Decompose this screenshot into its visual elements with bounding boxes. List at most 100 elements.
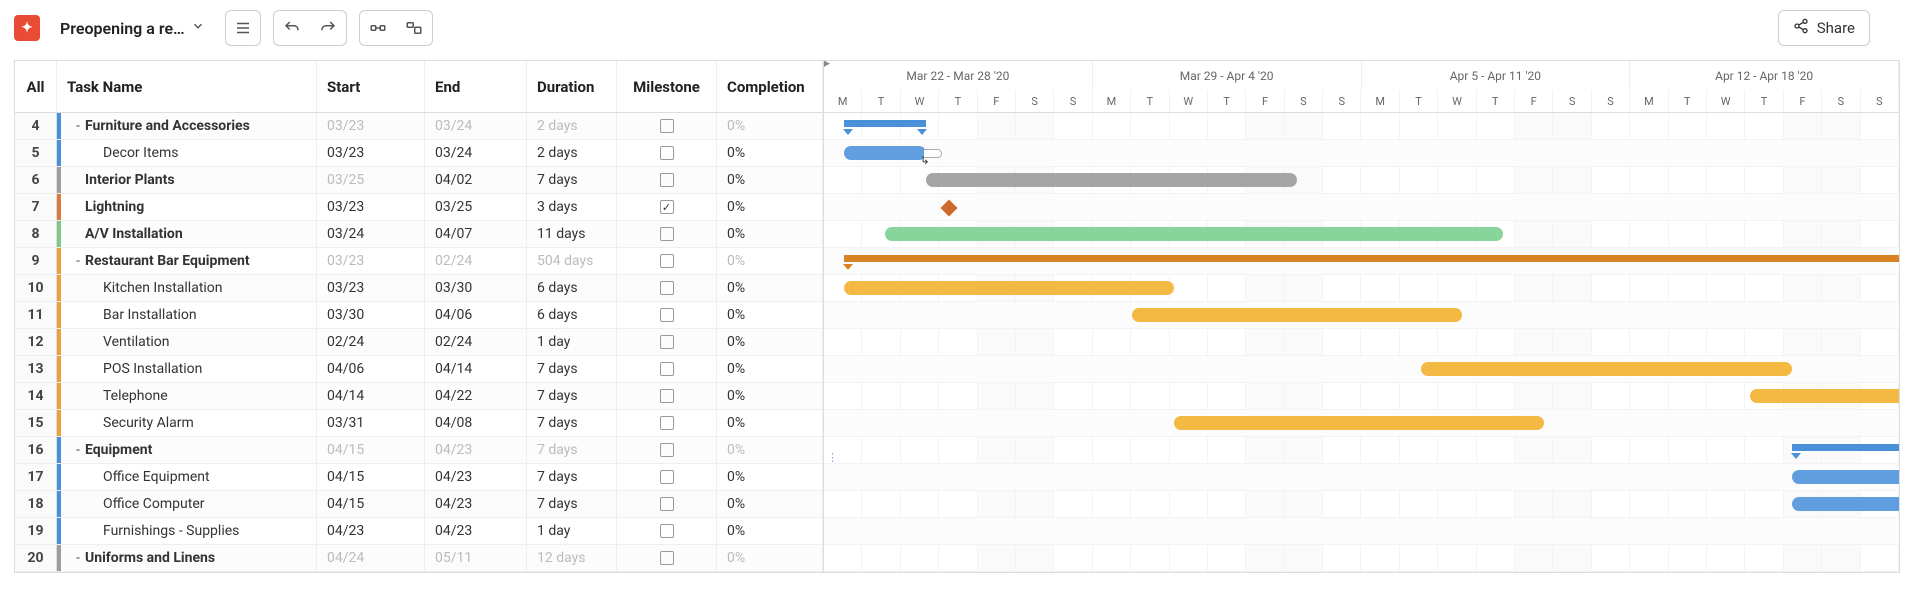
cell-completion[interactable]: 0% [717, 221, 823, 247]
table-row[interactable]: 17Office Equipment04/1504/237 days0% [15, 464, 823, 491]
gantt-summary-bar[interactable] [1792, 444, 1900, 451]
cell-dur[interactable]: 6 days [527, 302, 617, 328]
cell-completion[interactable]: 0% [717, 194, 823, 220]
cell-end[interactable]: 04/23 [425, 518, 527, 544]
gantt-task-bar[interactable] [1421, 362, 1792, 376]
table-row[interactable]: 14Telephone04/1404/227 days0% [15, 383, 823, 410]
table-row[interactable]: 6Interior Plants03/2504/027 days0% [15, 167, 823, 194]
redo-button[interactable] [310, 11, 346, 45]
cell-completion[interactable]: 0% [717, 140, 823, 166]
cell-completion[interactable]: 0% [717, 302, 823, 328]
task-name-cell[interactable]: Bar Installation [57, 302, 317, 328]
cell-milestone[interactable] [617, 194, 717, 220]
cell-completion[interactable]: 0% [717, 167, 823, 193]
cell-completion[interactable]: 0% [717, 545, 823, 571]
task-name-cell[interactable]: -Equipment [57, 437, 317, 463]
cell-dur[interactable]: 12 days [527, 545, 617, 571]
milestone-checkbox[interactable] [660, 308, 674, 322]
row-index[interactable]: 9 [15, 248, 57, 274]
gantt-row[interactable] [824, 248, 1899, 275]
cell-end[interactable]: 04/06 [425, 302, 527, 328]
cell-start[interactable]: 04/23 [317, 518, 425, 544]
table-row[interactable]: 9-Restaurant Bar Equipment03/2302/24504 … [15, 248, 823, 275]
cell-end[interactable]: 03/30 [425, 275, 527, 301]
cell-dur[interactable]: 7 days [527, 383, 617, 409]
row-index[interactable]: 4 [15, 113, 57, 139]
table-row[interactable]: 13POS Installation04/0604/147 days0% [15, 356, 823, 383]
gantt-row[interactable] [824, 113, 1899, 140]
cell-milestone[interactable] [617, 302, 717, 328]
task-name-cell[interactable]: Lightning [57, 194, 317, 220]
gantt-row[interactable] [824, 329, 1899, 356]
gantt-row[interactable] [824, 545, 1899, 572]
cell-milestone[interactable] [617, 329, 717, 355]
gantt-row[interactable] [824, 356, 1899, 383]
cell-dur[interactable]: 7 days [527, 464, 617, 490]
collapse-toggle-icon[interactable]: - [71, 442, 85, 458]
undo-button[interactable] [274, 11, 310, 45]
gantt-row[interactable] [824, 464, 1899, 491]
gantt-chart[interactable]: ◀ ▶ Mar 22 - Mar 28 '20Mar 29 - Apr 4 '2… [823, 60, 1900, 573]
cell-end[interactable]: 04/02 [425, 167, 527, 193]
gantt-task-bar[interactable] [1174, 416, 1545, 430]
cell-completion[interactable]: 0% [717, 113, 823, 139]
col-header-end[interactable]: End [425, 61, 527, 112]
table-row[interactable]: 15Security Alarm03/3104/087 days0% [15, 410, 823, 437]
cell-start[interactable]: 04/14 [317, 383, 425, 409]
gantt-task-bar[interactable] [1792, 497, 1900, 511]
row-index[interactable]: 5 [15, 140, 57, 166]
gantt-summary-bar[interactable] [844, 255, 1900, 262]
task-name-cell[interactable]: Office Equipment [57, 464, 317, 490]
cell-start[interactable]: 03/23 [317, 248, 425, 274]
pane-resize-handle[interactable]: ⋮⋮ [823, 451, 837, 464]
table-row[interactable]: 16-Equipment04/1504/237 days0% [15, 437, 823, 464]
row-index[interactable]: 13 [15, 356, 57, 382]
pane-splitter-icon[interactable]: ◀ ▶ [823, 60, 828, 69]
cell-start[interactable]: 03/23 [317, 113, 425, 139]
gantt-summary-bar[interactable] [844, 120, 926, 127]
task-name-cell[interactable]: -Restaurant Bar Equipment [57, 248, 317, 274]
gantt-row[interactable] [824, 491, 1899, 518]
share-button[interactable]: Share [1778, 10, 1870, 46]
table-row[interactable]: 20-Uniforms and Linens04/2405/1112 days0… [15, 545, 823, 572]
table-row[interactable]: 8A/V Installation03/2404/0711 days0% [15, 221, 823, 248]
task-name-cell[interactable]: Furnishings - Supplies [57, 518, 317, 544]
table-row[interactable]: 12Ventilation02/2402/241 day0% [15, 329, 823, 356]
row-index[interactable]: 19 [15, 518, 57, 544]
gantt-row[interactable] [824, 275, 1899, 302]
row-index[interactable]: 10 [15, 275, 57, 301]
row-index[interactable]: 11 [15, 302, 57, 328]
cell-completion[interactable]: 0% [717, 464, 823, 490]
cell-completion[interactable]: 0% [717, 329, 823, 355]
cell-completion[interactable]: 0% [717, 437, 823, 463]
collapse-toggle-icon[interactable]: - [71, 253, 85, 269]
milestone-checkbox[interactable] [660, 524, 674, 538]
cell-completion[interactable]: 0% [717, 518, 823, 544]
milestone-checkbox[interactable] [660, 281, 674, 295]
cell-milestone[interactable] [617, 383, 717, 409]
cell-start[interactable]: 03/25 [317, 167, 425, 193]
cell-start[interactable]: 04/24 [317, 545, 425, 571]
gantt-task-bar[interactable] [885, 227, 1503, 241]
cell-end[interactable]: 03/24 [425, 113, 527, 139]
document-title-dropdown[interactable]: Preopening a re… [52, 15, 213, 42]
cell-milestone[interactable] [617, 464, 717, 490]
milestone-checkbox[interactable] [660, 362, 674, 376]
cell-milestone[interactable] [617, 356, 717, 382]
collapse-toggle-icon[interactable]: - [71, 550, 85, 566]
cell-start[interactable]: 03/24 [317, 221, 425, 247]
cell-dur[interactable]: 1 day [527, 329, 617, 355]
cell-milestone[interactable] [617, 221, 717, 247]
cell-end[interactable]: 03/25 [425, 194, 527, 220]
cell-dur[interactable]: 7 days [527, 356, 617, 382]
cell-end[interactable]: 04/23 [425, 464, 527, 490]
row-index[interactable]: 12 [15, 329, 57, 355]
cell-end[interactable]: 04/07 [425, 221, 527, 247]
task-name-cell[interactable]: Interior Plants [57, 167, 317, 193]
cell-dur[interactable]: 7 days [527, 410, 617, 436]
row-index[interactable]: 18 [15, 491, 57, 517]
milestone-checkbox[interactable] [660, 173, 674, 187]
row-index[interactable]: 14 [15, 383, 57, 409]
row-index[interactable]: 16 [15, 437, 57, 463]
cell-milestone[interactable] [617, 518, 717, 544]
